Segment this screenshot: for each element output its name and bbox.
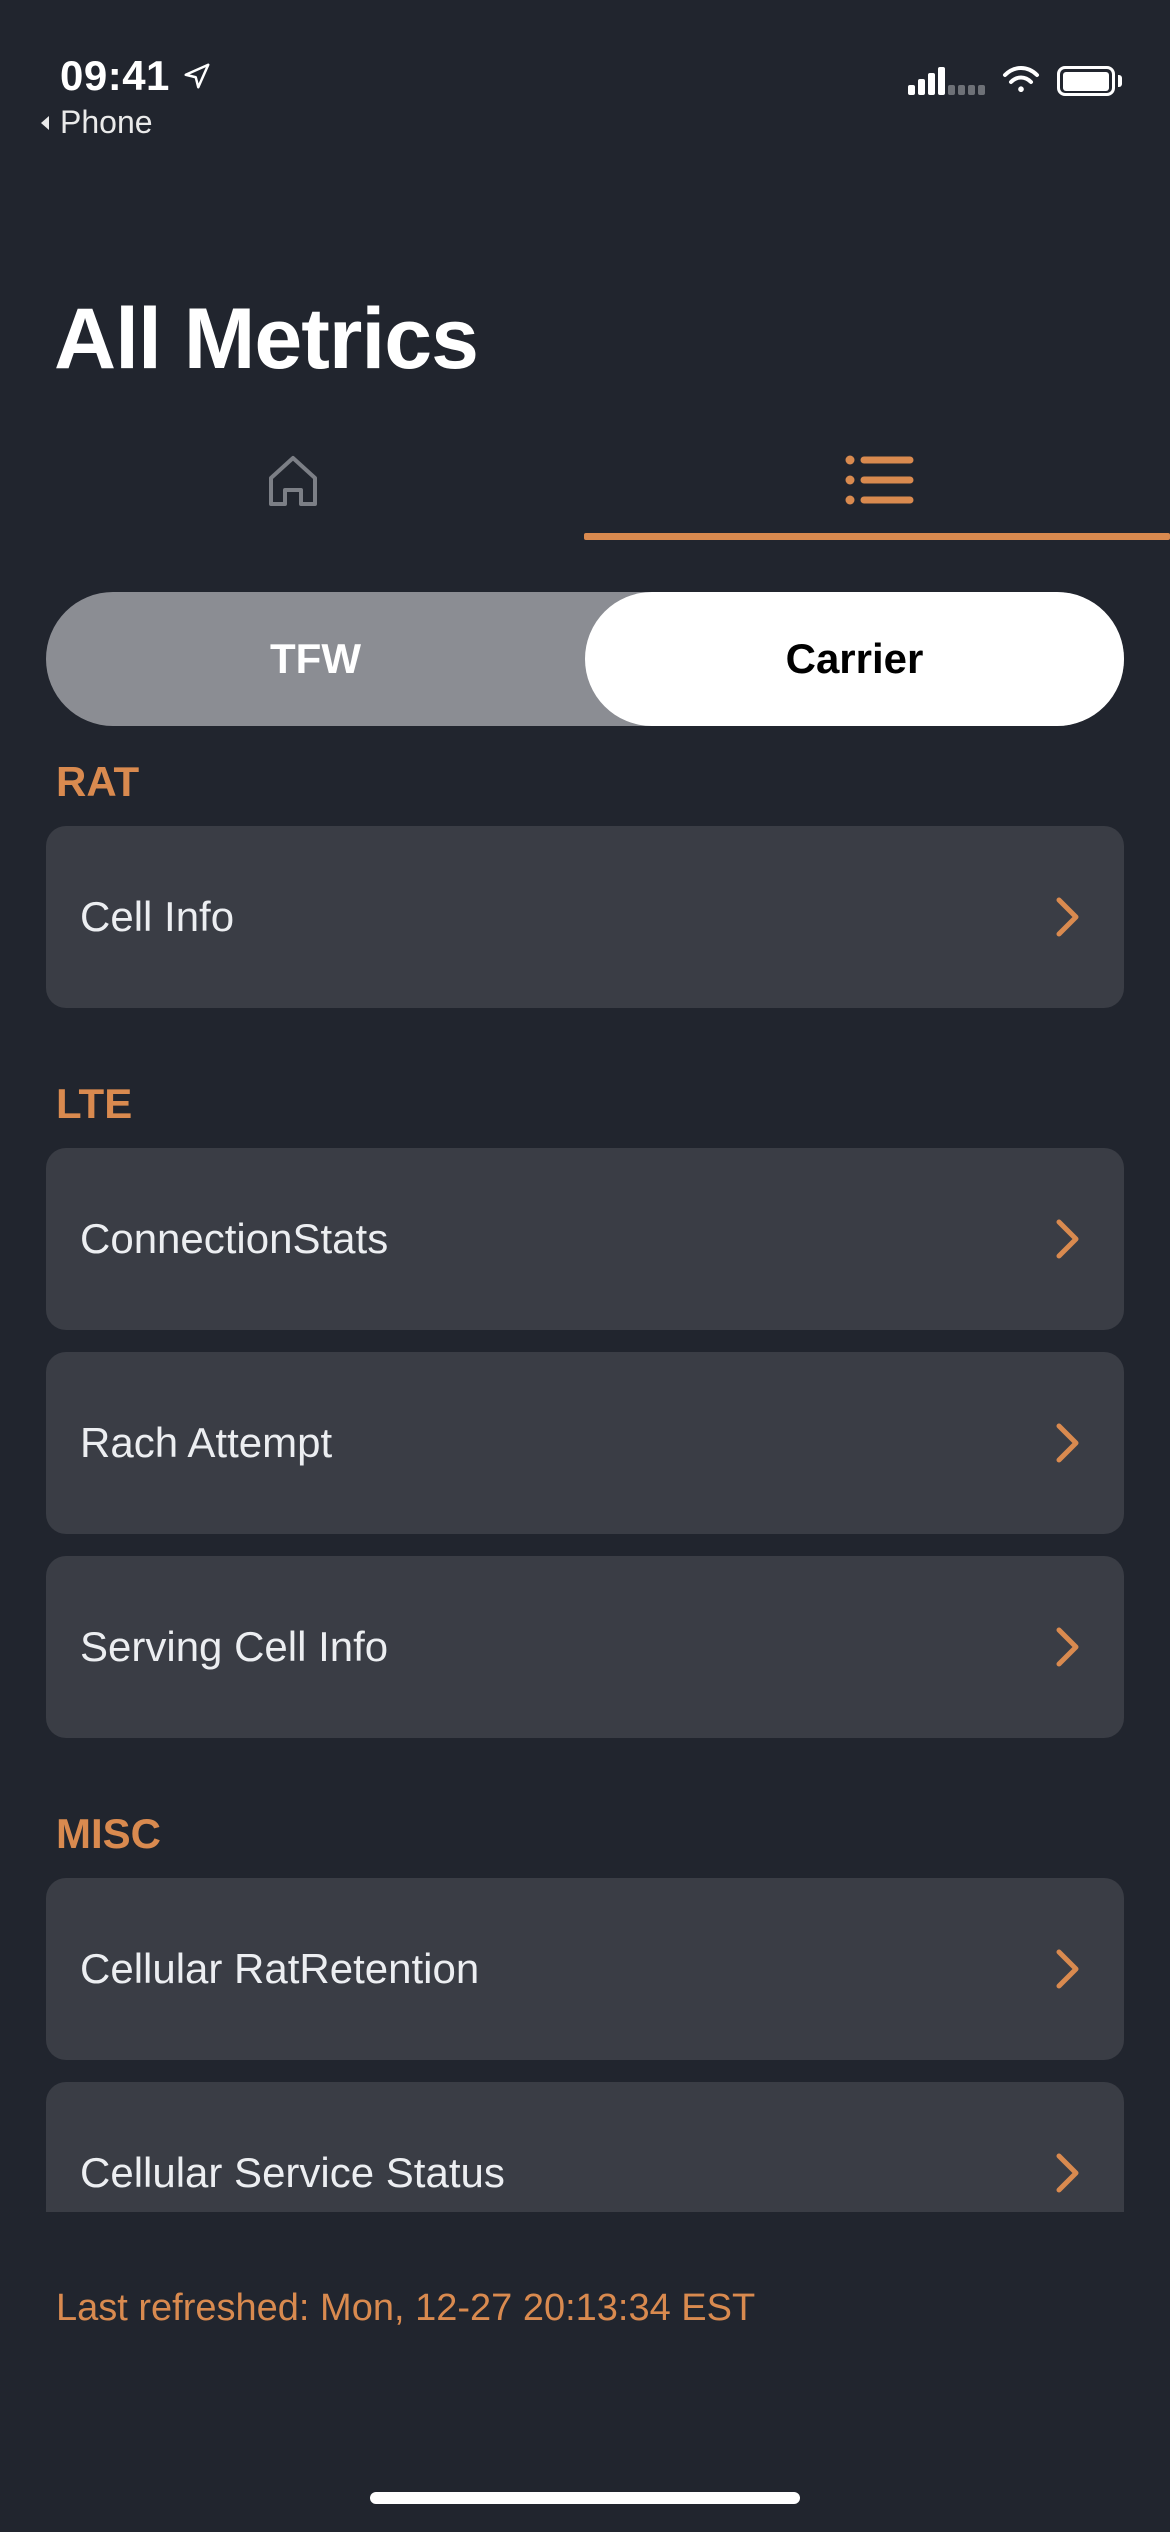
tab-list[interactable] xyxy=(585,430,1170,530)
chevron-right-icon xyxy=(1054,1217,1082,1261)
back-caret-icon xyxy=(36,114,54,132)
list-icon xyxy=(842,452,914,508)
list-item-cellular-ratretention[interactable]: Cellular RatRetention xyxy=(46,1878,1124,2060)
tab-home[interactable] xyxy=(0,430,585,530)
list-item-label: Cellular Service Status xyxy=(80,2149,505,2197)
tab-indicator xyxy=(584,533,1170,540)
list-item-cellular-service-status[interactable]: Cellular Service Status xyxy=(46,2082,1124,2212)
content-scroll[interactable]: RAT Cell Info LTE ConnectionStats Rach A… xyxy=(0,740,1170,2212)
list-item-label: Cellular RatRetention xyxy=(80,1945,479,1993)
wifi-icon xyxy=(1001,66,1041,96)
home-icon xyxy=(261,448,325,512)
list-item-connectionstats[interactable]: ConnectionStats xyxy=(46,1148,1124,1330)
location-icon xyxy=(182,61,212,91)
list-item-label: Serving Cell Info xyxy=(80,1623,388,1671)
list-item-label: Cell Info xyxy=(80,893,234,941)
chevron-right-icon xyxy=(1054,2151,1082,2195)
chevron-right-icon xyxy=(1054,1947,1082,1991)
segment-carrier[interactable]: Carrier xyxy=(585,592,1124,726)
list-item-serving-cell-info[interactable]: Serving Cell Info xyxy=(46,1556,1124,1738)
list-item-label: ConnectionStats xyxy=(80,1215,388,1263)
last-refreshed: Last refreshed: Mon, 12-27 20:13:34 EST xyxy=(56,2287,755,2330)
back-to-app[interactable]: Phone xyxy=(36,104,153,141)
cellular-signal-icon xyxy=(908,67,985,95)
battery-icon xyxy=(1057,66,1122,96)
list-item-rach-attempt[interactable]: Rach Attempt xyxy=(46,1352,1124,1534)
nav-tabs xyxy=(0,430,1170,530)
section-header-misc: MISC xyxy=(0,1782,1170,1878)
segment-tfw-label: TFW xyxy=(270,635,361,683)
chevron-right-icon xyxy=(1054,895,1082,939)
chevron-right-icon xyxy=(1054,1421,1082,1465)
status-right xyxy=(908,66,1122,100)
segment-tfw[interactable]: TFW xyxy=(46,592,585,726)
status-bar: 09:41 xyxy=(0,0,1170,100)
segment-carrier-label: Carrier xyxy=(786,635,924,683)
section-header-lte: LTE xyxy=(0,1052,1170,1148)
home-indicator[interactable] xyxy=(370,2492,800,2504)
segmented-control: TFW Carrier xyxy=(46,592,1124,726)
page-title: All Metrics xyxy=(54,290,478,389)
list-item-label: Rach Attempt xyxy=(80,1419,332,1467)
chevron-right-icon xyxy=(1054,1625,1082,1669)
back-to-app-label: Phone xyxy=(60,104,153,141)
list-item-cell-info[interactable]: Cell Info xyxy=(46,826,1124,1008)
status-left: 09:41 xyxy=(60,52,212,100)
status-time: 09:41 xyxy=(60,52,170,100)
section-header-rat: RAT xyxy=(0,740,1170,826)
